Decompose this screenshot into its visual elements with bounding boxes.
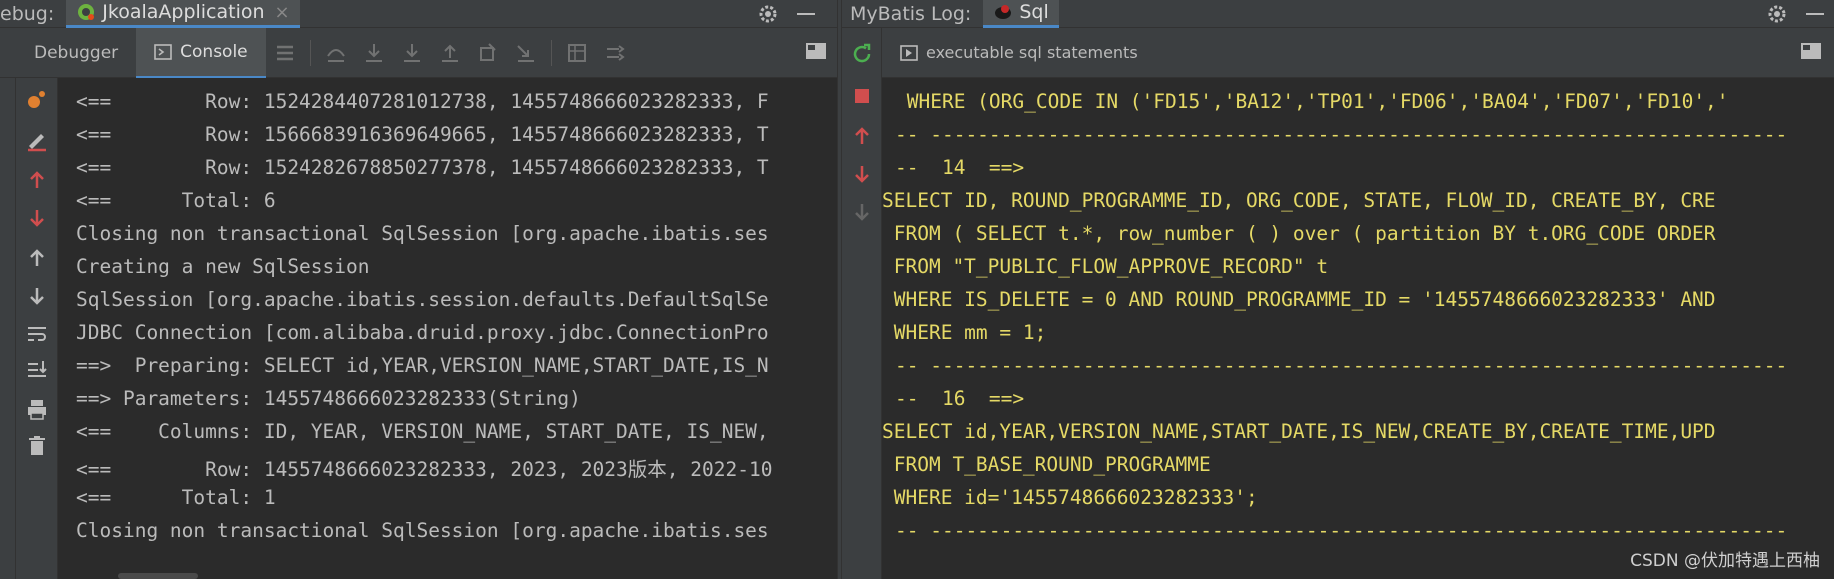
clear-all-icon[interactable] — [25, 128, 49, 152]
console-line: Closing non transactional SqlSession [or… — [76, 519, 769, 542]
gear-icon[interactable] — [757, 3, 779, 25]
console-line: Creating a new SqlSession — [76, 255, 370, 278]
toolbar-separator — [550, 39, 552, 66]
execute-icon[interactable] — [900, 44, 918, 61]
evaluate-expression-icon[interactable] — [566, 42, 588, 64]
soft-wrap-icon[interactable] — [25, 322, 49, 346]
mybatis-log-pane: MyBatis Log: Sql executable sql statemen… — [842, 0, 1834, 579]
scroll-down-disabled-icon — [855, 204, 869, 221]
trash-icon[interactable] — [25, 434, 49, 458]
run-config-tab[interactable]: JkoalaApplication × — [66, 0, 300, 28]
rerun-icon[interactable] — [850, 42, 874, 66]
tab-debugger[interactable]: Debugger — [16, 28, 136, 78]
run-config-tab-label: JkoalaApplication — [102, 1, 265, 23]
mybatis-titlebar: MyBatis Log: Sql — [842, 0, 1834, 28]
console-line: <== Total: 6 — [76, 189, 276, 212]
console-line: <== Row: 1566683916369649665, 1455748666… — [76, 123, 769, 146]
sql-line: FROM "T_PUBLIC_FLOW_APPROVE_RECORD" t — [882, 255, 1329, 278]
tab-debugger-label: Debugger — [34, 42, 119, 63]
sql-line: FROM T_BASE_ROUND_PROGRAMME — [882, 453, 1211, 476]
previous-occurrence-icon[interactable] — [25, 168, 49, 192]
console-line: ==> Preparing: SELECT id,YEAR,VERSION_NA… — [76, 354, 769, 377]
sql-line: WHERE IS_DELETE = 0 AND ROUND_PROGRAMME_… — [882, 288, 1716, 311]
sql-separator: -- -------------------------------------… — [895, 519, 1788, 542]
sql-separator: -- -------------------------------------… — [895, 123, 1788, 146]
horizontal-scrollbar[interactable] — [118, 573, 198, 579]
mybatis-bird-icon — [995, 5, 1012, 19]
mybatis-toolbar: executable sql statements — [882, 28, 1834, 78]
menu-lines-icon[interactable] — [274, 42, 296, 64]
layout-icon[interactable] — [1800, 42, 1822, 60]
get-thread-dump-icon[interactable] — [25, 88, 49, 112]
step-over-icon[interactable] — [325, 42, 347, 64]
debug-title-prefix: ebug: — [0, 2, 55, 25]
gear-icon[interactable] — [1766, 3, 1788, 25]
stop-icon[interactable] — [850, 84, 874, 108]
sql-log-output[interactable]: WHERE (ORG_CODE IN ('FD15','BA12','TP01'… — [882, 78, 1834, 579]
outer-gutter — [0, 78, 16, 579]
console-line: JDBC Connection [com.alibaba.druid.proxy… — [76, 321, 769, 344]
drop-frame-icon[interactable] — [477, 42, 499, 64]
step-out-icon[interactable] — [439, 42, 461, 64]
sql-separator: -- -------------------------------------… — [895, 354, 1788, 377]
sql-line: SELECT id,YEAR,VERSION_NAME,START_DATE,I… — [882, 420, 1716, 443]
sql-line: SELECT ID, ROUND_PROGRAMME_ID, ORG_CODE,… — [882, 189, 1716, 212]
sql-tab[interactable]: Sql — [983, 0, 1059, 28]
sql-tab-label: Sql — [1019, 1, 1049, 23]
debug-toolbar: Debugger Console — [0, 27, 837, 78]
console-line: Closing non transactional SqlSession [or… — [76, 222, 769, 245]
scroll-down-icon[interactable] — [25, 284, 49, 308]
force-step-into-icon[interactable] — [401, 42, 423, 64]
tab-console-label: Console — [180, 41, 248, 62]
minimize-icon[interactable] — [797, 13, 815, 15]
sql-line: WHERE mm = 1; — [882, 321, 1047, 344]
console-line: ==> Parameters: 1455748666023282333(Stri… — [76, 387, 581, 410]
scroll-up-icon[interactable] — [25, 246, 49, 270]
debug-titlebar: ebug: JkoalaApplication × — [0, 0, 837, 28]
console-icon — [154, 43, 172, 60]
mybatis-action-gutter — [842, 28, 882, 579]
executable-sql-label: executable sql statements — [926, 43, 1138, 62]
sql-line: WHERE id='1455748666023282333'; — [882, 486, 1258, 509]
sql-index: -- 14 ==> — [895, 156, 1025, 179]
print-icon[interactable] — [25, 398, 49, 422]
debug-pane: ebug: JkoalaApplication × Debugger Conso… — [0, 0, 837, 579]
spring-boot-icon — [78, 4, 95, 20]
run-to-cursor-icon[interactable] — [515, 42, 537, 64]
step-into-icon[interactable] — [363, 42, 385, 64]
sql-line: FROM ( SELECT t.*, row_number ( ) over (… — [882, 222, 1716, 245]
layout-icon[interactable] — [805, 42, 827, 60]
csdn-watermark: CSDN @伏加特遇上西柚 — [1630, 551, 1820, 571]
scroll-to-end-icon[interactable] — [25, 358, 49, 382]
console-line: <== Row: 1524284407281012738, 1455748666… — [76, 90, 769, 113]
close-tab-icon[interactable]: × — [275, 2, 290, 23]
next-icon[interactable] — [850, 162, 874, 186]
console-line: <== Row: 1455748666023282333, 2023, 2023… — [76, 458, 773, 481]
previous-icon[interactable] — [850, 124, 874, 148]
console-line: <== Row: 1524282678850277378, 1455748666… — [76, 156, 769, 179]
mybatis-title-prefix: MyBatis Log: — [850, 2, 972, 25]
console-output[interactable]: <== Row: 1524284407281012738, 1455748666… — [58, 78, 837, 579]
console-line: <== Columns: ID, YEAR, VERSION_NAME, STA… — [76, 420, 769, 443]
console-line: SqlSession [org.apache.ibatis.session.de… — [76, 288, 769, 311]
trace-icon[interactable] — [604, 42, 626, 64]
debug-action-gutter — [16, 78, 58, 579]
console-line: <== Total: 1 — [76, 486, 276, 509]
tab-console[interactable]: Console — [136, 27, 266, 78]
next-occurrence-icon[interactable] — [25, 206, 49, 230]
sql-index: -- 16 ==> — [895, 387, 1025, 410]
sql-line: WHERE (ORG_CODE IN ('FD15','BA12','TP01'… — [895, 90, 1729, 113]
toolbar-separator — [309, 39, 311, 66]
minimize-icon[interactable] — [1806, 13, 1824, 15]
